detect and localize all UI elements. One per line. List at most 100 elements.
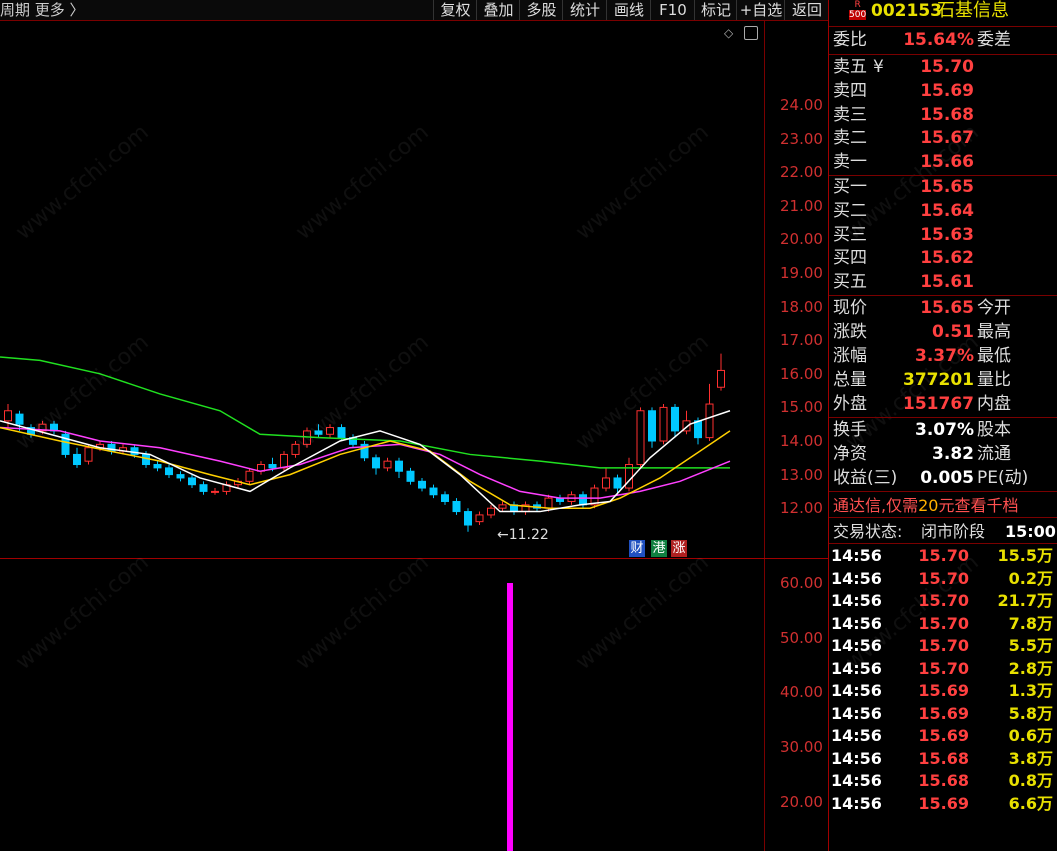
stat-value: 3.07% <box>915 420 974 440</box>
candle-body <box>418 480 426 489</box>
candle-body <box>84 447 93 462</box>
candle-body <box>671 406 679 432</box>
overlay-button[interactable]: 叠加 <box>476 0 520 20</box>
ad-text[interactable]: 通达信,仅需20元查看千档 <box>833 494 1018 517</box>
candlestick <box>475 511 484 525</box>
candlestick <box>648 407 656 448</box>
volume-tick: 20.00 <box>780 792 823 811</box>
candle-body <box>464 511 472 526</box>
tick-row[interactable]: 14:56 15.70 21.7万 <box>829 590 1057 613</box>
stat-right-label: 流通 <box>977 444 1011 464</box>
candle-body <box>429 487 438 496</box>
price-tick: 21.00 <box>780 196 823 215</box>
tick-row[interactable]: 14:56 15.69 5.8万 <box>829 703 1057 726</box>
level-label: 买五 <box>833 272 867 293</box>
candle-body <box>176 474 185 479</box>
candle-body <box>579 494 587 506</box>
tick-row[interactable]: 14:56 15.70 5.5万 <box>829 635 1057 658</box>
diamond-icon[interactable]: ◇ <box>724 26 733 40</box>
bid-row[interactable]: 买一 15.65 <box>829 176 1057 199</box>
candle-body <box>73 453 81 466</box>
restore-rights-button[interactable]: 复权 <box>433 0 477 20</box>
candlestick <box>579 491 587 509</box>
tick-time: 14:56 <box>831 793 882 813</box>
level2-ad[interactable]: 通达信,仅需20元查看千档 <box>829 494 1057 517</box>
candlestick <box>257 461 265 475</box>
level-price: 15.63 <box>920 224 974 245</box>
kline-chart[interactable] <box>0 21 764 851</box>
trade-status-row: 交易状态: 闭市阶段 15:00: <box>829 520 1057 543</box>
tick-time: 14:56 <box>831 546 882 565</box>
bid-row[interactable]: 买五 15.61 <box>829 271 1057 294</box>
tick-row[interactable]: 14:56 15.69 6.6万 <box>829 793 1057 816</box>
back-button[interactable]: 返回 <box>784 0 829 20</box>
statistics-button[interactable]: 统计 <box>562 0 607 20</box>
candlestick <box>590 484 599 509</box>
ask-row[interactable]: 卖一 15.66 <box>829 151 1057 174</box>
tick-volume: 15.5万 <box>997 546 1053 565</box>
mark-button[interactable]: 标记 <box>694 0 737 20</box>
ask-row[interactable]: 卖三 15.68 <box>829 104 1057 127</box>
tick-row[interactable]: 14:56 15.70 2.8万 <box>829 658 1057 681</box>
tick-row[interactable]: 14:56 15.70 0.2万 <box>829 568 1057 591</box>
draw-line-button[interactable]: 画线 <box>606 0 651 20</box>
candle-body <box>659 406 668 442</box>
candlestick <box>682 410 691 435</box>
price-tick: 14.00 <box>780 432 823 450</box>
weibi-label: 委比 <box>833 30 867 50</box>
tick-row[interactable]: 14:56 15.70 15.5万 <box>829 545 1057 568</box>
stat-label: 涨幅 <box>833 346 867 366</box>
tick-row[interactable]: 14:56 15.68 0.8万 <box>829 770 1057 793</box>
candlestick <box>441 491 449 505</box>
status-label: 交易状态: <box>833 522 903 541</box>
add-watchlist-button[interactable]: +自选 <box>736 0 785 20</box>
tick-price: 15.68 <box>918 748 969 768</box>
stat-right-label: 量比 <box>977 370 1011 390</box>
divider <box>829 26 1057 27</box>
stat-label: 收益(三) <box>833 468 898 488</box>
candle-body <box>268 464 277 469</box>
bid-row[interactable]: 买二 15.64 <box>829 200 1057 223</box>
multi-stock-button[interactable]: 多股 <box>519 0 563 20</box>
f10-button[interactable]: F10 <box>650 0 695 20</box>
candle-body <box>636 410 645 466</box>
limit-up-tag[interactable]: 涨 <box>671 540 687 557</box>
stat-label: 现价 <box>833 298 867 318</box>
tick-volume: 6.6万 <box>1008 793 1053 813</box>
ask-row[interactable]: 卖二 15.67 <box>829 127 1057 150</box>
tick-volume: 0.8万 <box>1008 771 1053 790</box>
level-price: 15.62 <box>920 248 974 269</box>
tick-price: 15.69 <box>918 703 969 723</box>
stat-row: 换手 3.07% 股本 <box>829 419 1057 442</box>
level-price: 15.70 <box>920 57 974 77</box>
bid-row[interactable]: 买三 15.63 <box>829 224 1057 247</box>
candle-body <box>441 494 449 502</box>
level-price: 15.65 <box>920 177 974 197</box>
tick-price: 15.70 <box>918 658 969 678</box>
candle-body <box>475 514 484 523</box>
candle-body <box>4 410 12 422</box>
tick-row[interactable]: 14:56 15.70 7.8万 <box>829 613 1057 636</box>
candlestick <box>176 471 185 482</box>
stat-value: 0.005 <box>920 468 974 488</box>
finance-tag[interactable]: 财 <box>629 540 645 557</box>
divider <box>829 295 1057 296</box>
hk-connect-tag[interactable]: 港 <box>651 540 667 557</box>
ask-row[interactable]: 卖五 ¥15.70 <box>829 56 1057 79</box>
period-more-menu[interactable]: 周期 更多 〉 <box>0 0 85 20</box>
stock-code: 002153 <box>871 1 942 21</box>
tick-row[interactable]: 14:56 15.69 0.6万 <box>829 725 1057 748</box>
ask-row[interactable]: 卖四 15.69 <box>829 80 1057 103</box>
tick-row[interactable]: 14:56 15.69 1.3万 <box>829 680 1057 703</box>
bid-row[interactable]: 买四 15.62 <box>829 247 1057 270</box>
tick-row[interactable]: 14:56 15.68 3.8万 <box>829 748 1057 771</box>
stat-value: 377201 <box>903 370 974 390</box>
candle-body <box>314 430 323 435</box>
candlestick <box>291 441 300 458</box>
badge-top: R <box>854 0 861 10</box>
stat-row: 涨跌 0.51 最高 <box>829 321 1057 344</box>
candle-body <box>406 470 415 482</box>
level-label: 买二 <box>833 200 867 221</box>
tick-price: 15.70 <box>918 568 969 588</box>
panel-toggle-icon[interactable] <box>744 26 758 40</box>
